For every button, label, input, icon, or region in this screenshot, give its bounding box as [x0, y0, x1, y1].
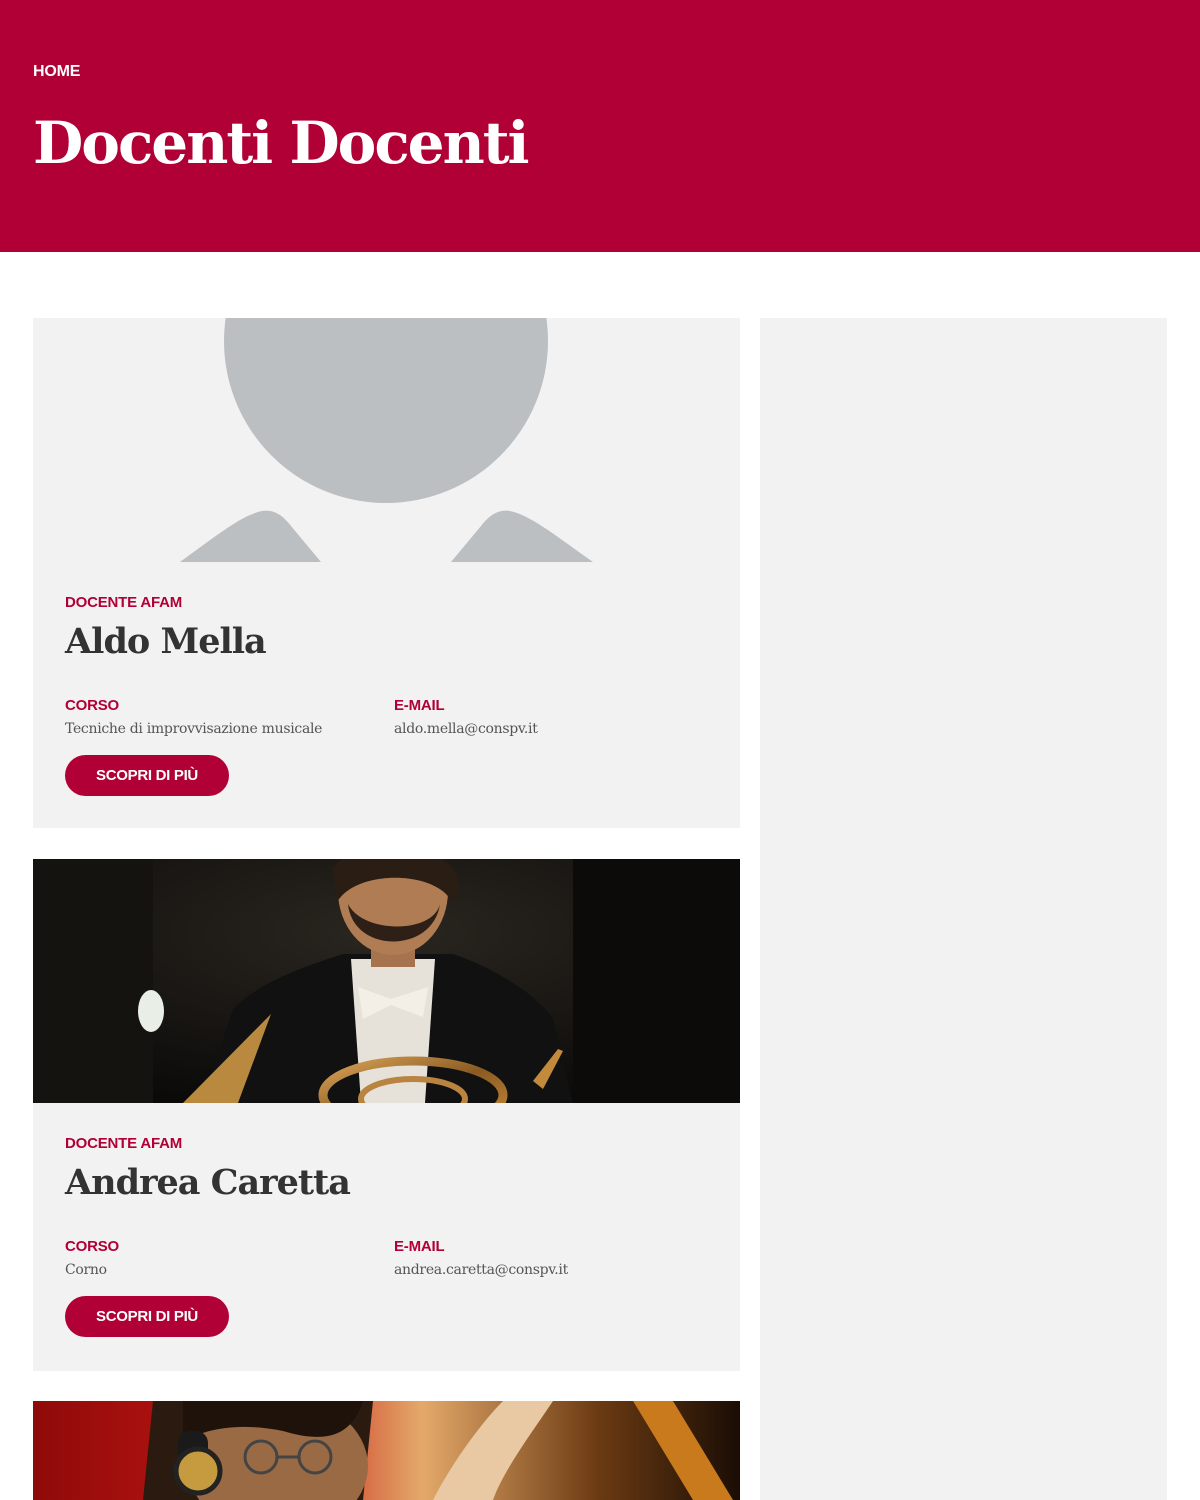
avatar-placeholder-image	[33, 318, 740, 562]
teacher-card: DOCENTE AFAM Andrea Caretta CORSO Corno …	[33, 859, 740, 1371]
teacher-photo	[33, 859, 740, 1103]
horn-player-photo	[33, 859, 740, 1103]
discover-more-button[interactable]: SCOPRI DI PIÙ	[65, 755, 229, 796]
sidebar	[760, 318, 1167, 1500]
course-label: CORSO	[65, 697, 120, 714]
teacher-role: DOCENTE AFAM	[65, 1135, 183, 1152]
user-silhouette-icon	[180, 318, 593, 562]
course-value: Corno	[65, 1262, 107, 1278]
page-title: Docenti Docenti	[33, 109, 530, 177]
email-value[interactable]: aldo.mella@conspv.it	[394, 721, 538, 737]
course-value: Tecniche di improvvisazione musicale	[65, 721, 323, 737]
breadcrumb-home[interactable]: HOME	[33, 63, 80, 81]
teacher-photo	[33, 1401, 740, 1500]
email-label: E-MAIL	[394, 1238, 445, 1255]
musician-headphones-photo	[33, 1401, 740, 1500]
teacher-name[interactable]: Aldo Mella	[65, 620, 267, 664]
teacher-role: DOCENTE AFAM	[65, 594, 183, 611]
teacher-card	[33, 1401, 740, 1500]
course-label: CORSO	[65, 1238, 120, 1255]
teacher-name[interactable]: Andrea Caretta	[65, 1161, 351, 1205]
page-header: HOME Docenti Docenti	[0, 0, 1200, 252]
discover-more-button[interactable]: SCOPRI DI PIÙ	[65, 1296, 229, 1337]
email-label: E-MAIL	[394, 697, 445, 714]
teacher-card: DOCENTE AFAM Aldo Mella CORSO Tecniche d…	[33, 318, 740, 828]
email-value[interactable]: andrea.caretta@conspv.it	[394, 1262, 568, 1278]
